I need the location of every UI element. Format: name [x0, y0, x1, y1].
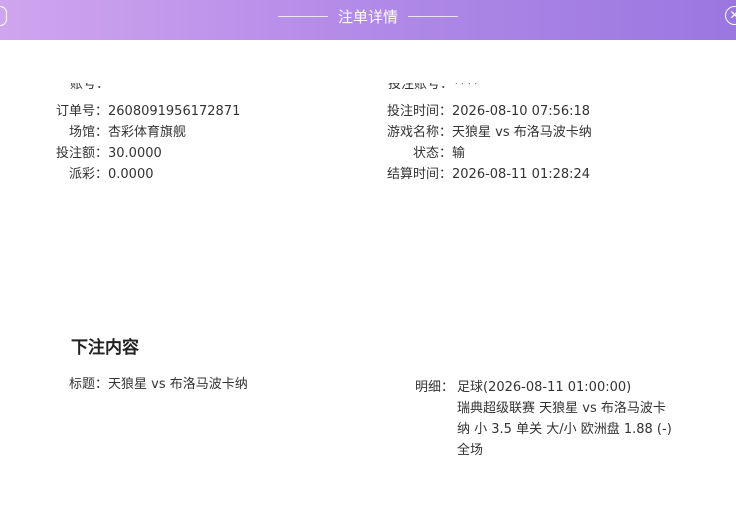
title-divider-right — [408, 15, 458, 17]
status-value: 输 — [452, 146, 466, 161]
bet-time-row: 投注时间：2026-08-10 07:56:18 — [4, 104, 590, 120]
game-name-label: 游戏名称： — [386, 125, 452, 140]
game-name-value: 天狼星 vs 布洛马波卡纳 — [452, 125, 592, 140]
bet-content-heading: 下注内容 — [71, 338, 139, 358]
settle-time-label: 结算时间： — [386, 167, 452, 182]
status-row: 状态：输 — [4, 146, 465, 162]
status-label: 状态： — [412, 146, 452, 161]
bet-detail-value: 足球(2026-08-11 01:00:00) 瑞典超级联赛 天狼星 vs 布洛… — [457, 380, 672, 458]
account-row-clipped: 账号： — [48, 83, 168, 93]
bet-time-label: 投注时间： — [386, 104, 452, 119]
bet-time-value: 2026-08-10 07:56:18 — [452, 104, 591, 119]
bet-title-row: 标题：天狼星 vs 布洛马波卡纳 — [69, 377, 248, 393]
dialog-title: 注单详情 — [337, 7, 398, 26]
bet-account-text: 投注账号：**** — [388, 83, 508, 93]
bet-title-label: 标题： — [69, 377, 109, 392]
bet-account-row-clipped: 投注账号：**** — [388, 83, 508, 93]
account-label: 账号： — [70, 83, 110, 92]
title-divider-left — [277, 15, 328, 17]
settle-time-value: 2026-08-11 01:28:24 — [452, 167, 591, 182]
bet-account-label: 投注账号： — [388, 83, 454, 92]
bet-detail-row: 明细： 足球(2026-08-11 01:00:00) 瑞典超级联赛 天狼星 v… — [415, 377, 685, 461]
bet-detail-label: 明细： — [415, 380, 455, 395]
settle-time-row: 结算时间：2026-08-11 01:28:24 — [4, 167, 590, 183]
header-title-wrap: 注单详情 — [0, 0, 736, 32]
game-name-row: 游戏名称：天狼星 vs 布洛马波卡纳 — [4, 125, 592, 141]
bet-title-value: 天狼星 vs 布洛马波卡纳 — [108, 377, 248, 392]
bet-account-value: **** — [453, 83, 480, 92]
dialog-header: 注单详情 ✕ — [0, 0, 736, 40]
